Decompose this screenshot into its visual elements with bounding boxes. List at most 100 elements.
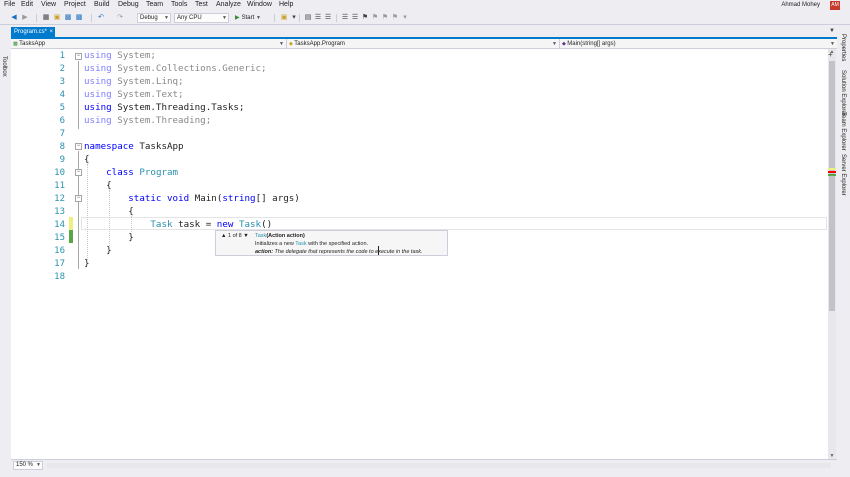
- menu-analyze[interactable]: Analyze: [216, 1, 241, 8]
- project-dropdown[interactable]: ▩ TasksApp ▼: [11, 39, 287, 49]
- toolbox-tab[interactable]: Toolbox: [1, 56, 7, 77]
- chevron-down-icon[interactable]: ▼: [829, 28, 835, 34]
- menu-file[interactable]: File: [4, 1, 15, 8]
- align-left-icon[interactable]: ☰: [314, 13, 322, 23]
- vertical-scrollbar[interactable]: ▲ ▼: [828, 49, 836, 459]
- line-number: 1: [59, 51, 65, 61]
- find-icon[interactable]: ▣: [280, 13, 288, 23]
- description-text: with the specified action.: [306, 241, 369, 247]
- comment-icon[interactable]: ☰: [341, 13, 349, 23]
- avatar[interactable]: AM: [830, 1, 840, 10]
- new-project-icon[interactable]: ▦: [42, 13, 50, 23]
- code-line: {: [84, 180, 112, 191]
- code-line: }: [84, 245, 112, 256]
- uncomment-icon[interactable]: ☰: [351, 13, 359, 23]
- user-name[interactable]: Ahmad Mohey: [781, 2, 820, 8]
- clear-bookmarks-icon[interactable]: ⚑: [391, 13, 399, 23]
- line-number: 3: [59, 77, 65, 87]
- menu-debug[interactable]: Debug: [118, 1, 139, 8]
- collapse-icon[interactable]: −: [75, 195, 82, 202]
- method-description: Initializes a new Task with the specifie…: [255, 241, 368, 247]
- overload-selector[interactable]: ▲ 1 of 8 ▼: [221, 233, 249, 239]
- chevron-down-icon: ▼: [222, 15, 227, 21]
- status-strip: [0, 471, 850, 477]
- menu-test[interactable]: Test: [195, 1, 208, 8]
- code-line: class Program: [106, 167, 179, 178]
- menu-window[interactable]: Window: [247, 1, 272, 8]
- redo-icon[interactable]: ↷: [116, 13, 124, 23]
- collapse-icon[interactable]: −: [75, 53, 82, 60]
- menu-view[interactable]: View: [41, 1, 56, 8]
- side-panel-strip: Properties Solution Explorer Team Explor…: [837, 26, 850, 477]
- line-number: 13: [54, 207, 65, 217]
- close-icon[interactable]: ×: [49, 27, 53, 37]
- toolbar-separator: [36, 14, 37, 22]
- description-type: Task: [295, 241, 307, 247]
- line-number: 12: [54, 194, 65, 204]
- menu-team[interactable]: Team: [146, 1, 163, 8]
- chevron-down-icon: ▼: [255, 15, 261, 21]
- start-label: Start: [241, 15, 255, 21]
- zoom-select[interactable]: 150 % ▼: [13, 461, 43, 470]
- chevron-down-icon: ▼: [164, 15, 169, 21]
- code-line: using System;: [84, 50, 156, 61]
- chevron-down-icon[interactable]: ▾: [401, 13, 409, 23]
- chevron-down-icon[interactable]: ▾: [290, 13, 298, 23]
- editor-bottom-bar: 150 % ▼: [11, 459, 837, 470]
- tab-label: Program.cs*: [14, 29, 48, 35]
- align-right-icon[interactable]: ☰: [324, 13, 332, 23]
- parameter-name: action:: [255, 249, 274, 255]
- type-dropdown[interactable]: ◆ TasksApp.Program ▼: [287, 39, 560, 49]
- properties-tab[interactable]: Properties: [840, 34, 846, 61]
- save-all-icon[interactable]: ▩: [75, 13, 83, 23]
- platform-select[interactable]: Any CPU ▼: [174, 13, 229, 23]
- scrollbar-thumb[interactable]: [829, 61, 835, 311]
- back-icon[interactable]: ◀: [10, 13, 18, 23]
- start-button[interactable]: ▶ Start ▼: [235, 13, 261, 23]
- code-editor[interactable]: − − − − 1 2 3 4 5 6 7 8 9 10 11 12 13 14…: [11, 49, 828, 459]
- member-value: Main(string[] args): [567, 41, 616, 47]
- chevron-down-icon: ▼: [36, 462, 41, 468]
- toolbar-separator: [336, 14, 337, 22]
- code-line: using System.Linq;: [84, 76, 184, 87]
- line-number: 8: [59, 142, 65, 152]
- menu-edit[interactable]: Edit: [21, 1, 33, 8]
- menu-tools[interactable]: Tools: [171, 1, 187, 8]
- fold-guide: [78, 61, 79, 129]
- signature-type: Task: [255, 233, 267, 239]
- toolbar-separator: [299, 14, 300, 22]
- code-line: namespace TasksApp: [84, 141, 184, 152]
- solution-tool-icon[interactable]: ▤: [304, 13, 312, 23]
- server-explorer-tab[interactable]: Server Explorer: [840, 154, 846, 196]
- line-number: 4: [59, 90, 65, 100]
- line-number: 2: [59, 64, 65, 74]
- saved-change-marker: [69, 230, 73, 243]
- bookmark-icon[interactable]: ⚑: [361, 13, 369, 23]
- forward-icon[interactable]: ▶: [21, 13, 29, 23]
- menu-project[interactable]: Project: [64, 1, 86, 8]
- open-file-icon[interactable]: ▣: [53, 13, 61, 23]
- split-window-icon[interactable]: +: [828, 50, 833, 59]
- line-number: 6: [59, 116, 65, 126]
- description-text: Initializes a new: [255, 241, 296, 247]
- save-icon[interactable]: ▩: [64, 13, 72, 23]
- next-bookmark-icon[interactable]: ⚑: [381, 13, 389, 23]
- play-icon: ▶: [235, 15, 240, 21]
- toolbar-separator: [91, 14, 92, 22]
- menu-build[interactable]: Build: [94, 1, 110, 8]
- undo-icon[interactable]: ↶: [97, 13, 105, 23]
- team-explorer-tab[interactable]: Team Explorer: [840, 112, 846, 151]
- collapse-icon[interactable]: −: [75, 169, 82, 176]
- prev-bookmark-icon[interactable]: ⚑: [371, 13, 379, 23]
- code-line: }: [84, 232, 134, 243]
- tab-program-cs[interactable]: Program.cs* ×: [11, 27, 55, 37]
- toolbox-strip: Toolbox: [0, 26, 10, 477]
- solution-explorer-tab[interactable]: Solution Explorer: [840, 70, 846, 116]
- collapse-icon[interactable]: −: [75, 143, 82, 150]
- configuration-select[interactable]: Debug ▼: [137, 13, 171, 23]
- member-dropdown[interactable]: ◆ Main(string[] args) ▼: [560, 39, 837, 49]
- menu-help[interactable]: Help: [279, 1, 293, 8]
- code-line: using System.Collections.Generic;: [84, 63, 267, 74]
- line-number: 11: [54, 181, 65, 191]
- horizontal-scrollbar[interactable]: [47, 463, 831, 468]
